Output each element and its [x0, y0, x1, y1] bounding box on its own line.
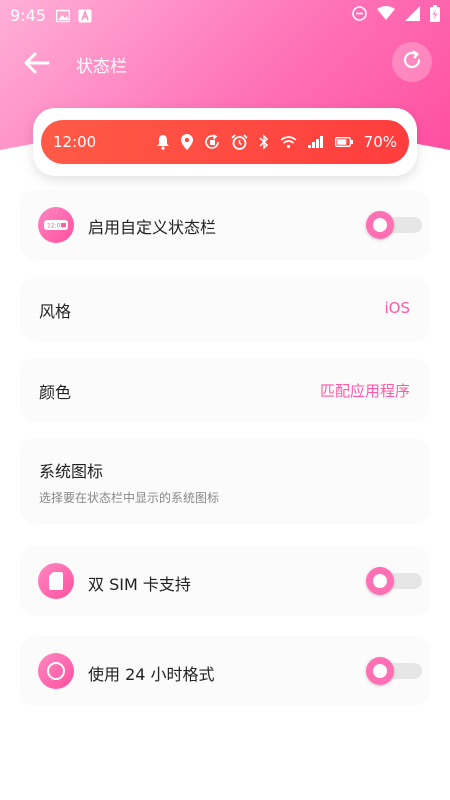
row-label: 启用自定义状态栏 — [88, 218, 217, 237]
location-icon — [180, 134, 193, 150]
toggle-thumb — [366, 567, 394, 595]
toggle-thumb — [366, 211, 394, 239]
clock-icon — [38, 653, 74, 689]
enable-custom-status-bar-row[interactable]: 12:00 启用自定义状态栏 — [20, 190, 430, 260]
color-value: 匹配应用程序 — [319, 382, 410, 400]
preview-battery-percent: 70% — [363, 133, 397, 151]
toggle-thumb — [366, 657, 394, 685]
reset-button[interactable] — [392, 42, 432, 82]
signal-icon — [307, 136, 324, 148]
hour24-toggle[interactable] — [366, 657, 422, 685]
alarm-icon — [231, 134, 248, 150]
bluetooth-icon — [259, 134, 269, 150]
battery-charging-icon — [430, 4, 440, 26]
color-row[interactable]: 颜色 匹配应用程序 — [20, 358, 430, 422]
dual-sim-row[interactable]: 双 SIM 卡支持 — [20, 546, 430, 616]
refresh-icon — [400, 48, 424, 76]
wifi-icon — [280, 135, 297, 149]
wifi-icon — [377, 5, 395, 25]
status-bar-icon: 12:00 — [38, 207, 74, 243]
bell-icon — [156, 134, 170, 150]
battery-icon — [334, 137, 353, 147]
system-time: 9:45 — [10, 5, 46, 25]
row-label: 使用 24 小时格式 — [88, 665, 215, 684]
hour24-row[interactable]: 使用 24 小时格式 — [20, 636, 430, 706]
back-button[interactable] — [22, 48, 52, 78]
image-icon — [55, 8, 71, 23]
dual-sim-toggle[interactable] — [366, 567, 422, 595]
arrow-left-icon — [22, 52, 52, 82]
style-value: iOS — [384, 299, 411, 317]
sim-card-icon — [38, 563, 74, 599]
rotate-icon — [204, 134, 220, 150]
row-label: 系统图标 — [39, 462, 104, 481]
signal-icon — [405, 5, 420, 25]
preview-time: 12:00 — [53, 133, 97, 151]
row-label: 双 SIM 卡支持 — [88, 575, 191, 594]
a-icon — [78, 8, 92, 23]
system-status-bar: 9:45 — [0, 0, 450, 30]
row-label: 颜色 — [39, 383, 72, 402]
app-bar: 状态栏 — [0, 40, 450, 86]
row-subtitle: 选择要在状态栏中显示的系统图标 — [39, 491, 220, 505]
status-bar-preview: 12:00 70% — [41, 120, 409, 164]
style-row[interactable]: 风格 iOS — [20, 277, 430, 341]
dnd-icon — [352, 5, 367, 25]
row-label: 风格 — [39, 302, 72, 321]
status-bar-preview-card: 12:00 70% — [33, 108, 417, 176]
system-icons-row[interactable]: 系统图标 选择要在状态栏中显示的系统图标 — [20, 438, 430, 524]
enable-custom-toggle[interactable] — [366, 211, 422, 239]
page-title: 状态栏 — [76, 57, 127, 77]
